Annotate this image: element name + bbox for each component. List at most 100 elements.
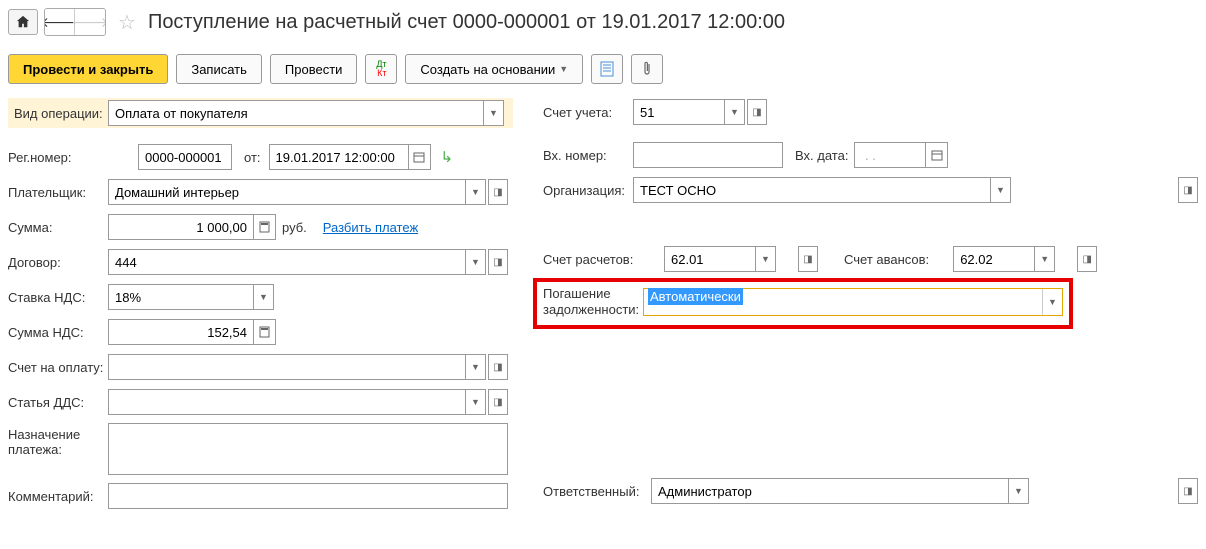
invoice-dropdown[interactable]: ▼ (466, 354, 486, 380)
advance-account-dropdown[interactable]: ▼ (1035, 246, 1055, 272)
post-button[interactable]: Провести (270, 54, 358, 84)
purpose-textarea[interactable] (108, 423, 508, 475)
responsible-input[interactable] (651, 478, 1009, 504)
sum-input[interactable] (108, 214, 254, 240)
in-date-input[interactable] (854, 142, 926, 168)
reg-number-input[interactable] (138, 144, 232, 170)
contract-row: Договор: ▼ ◨ (8, 248, 513, 276)
responsible-label: Ответственный: (543, 484, 651, 499)
in-date-calendar-button[interactable] (926, 142, 948, 168)
dds-open[interactable]: ◨ (488, 389, 508, 415)
account-open[interactable]: ◨ (747, 99, 767, 125)
dds-label: Статья ДДС: (8, 395, 108, 410)
dtkt-button[interactable]: ДтКт (365, 54, 397, 84)
accounts-row: Счет расчетов: ▼ ◨ Счет авансов: ▼ ◨ (543, 245, 1198, 273)
account-label: Счет учета: (543, 105, 633, 120)
payer-dropdown[interactable]: ▼ (466, 179, 486, 205)
vat-rate-label: Ставка НДС: (8, 290, 108, 305)
in-number-input[interactable] (633, 142, 783, 168)
nav-group: 🡐 🡒 (44, 8, 106, 36)
report-button[interactable] (591, 54, 623, 84)
advance-account-input[interactable] (953, 246, 1035, 272)
vat-rate-dropdown[interactable]: ▼ (254, 284, 274, 310)
invoice-open[interactable]: ◨ (488, 354, 508, 380)
in-number-row: Вх. номер: Вх. дата: (543, 141, 1198, 169)
advance-account-label: Счет авансов: (844, 252, 929, 267)
operation-type-label: Вид операции: (8, 106, 108, 121)
split-payment-link[interactable]: Разбить платеж (323, 220, 418, 235)
contract-dropdown[interactable]: ▼ (466, 249, 486, 275)
dds-input[interactable] (108, 389, 466, 415)
save-button[interactable]: Записать (176, 54, 262, 84)
calc-account-dropdown[interactable]: ▼ (756, 246, 776, 272)
favorite-icon[interactable]: ☆ (118, 10, 136, 35)
organization-input[interactable] (633, 177, 991, 203)
debt-repay-label: Погашение задолженности: (543, 286, 643, 317)
vat-sum-calc-button[interactable] (254, 319, 276, 345)
create-based-button[interactable]: Создать на основании ▼ (405, 54, 583, 84)
debt-repay-field[interactable]: Автоматически ▼ (643, 288, 1063, 316)
debt-repay-dropdown[interactable]: ▼ (1042, 289, 1062, 315)
dds-row: Статья ДДС: ▼ ◨ (8, 388, 513, 416)
vat-rate-row: Ставка НДС: ▼ (8, 283, 513, 311)
invoice-input[interactable] (108, 354, 466, 380)
advance-account-open[interactable]: ◨ (1077, 246, 1097, 272)
toolbar: Провести и закрыть Записать Провести ДтК… (8, 54, 1198, 84)
contract-label: Договор: (8, 255, 108, 270)
calc-account-label: Счет расчетов: (543, 252, 640, 267)
attachment-button[interactable] (631, 54, 663, 84)
vat-sum-input[interactable] (108, 319, 254, 345)
currency-label: руб. (282, 220, 307, 235)
operation-type-dropdown[interactable]: ▼ (484, 100, 504, 126)
vat-sum-row: Сумма НДС: (8, 318, 513, 346)
sum-label: Сумма: (8, 220, 108, 235)
contract-open[interactable]: ◨ (488, 249, 508, 275)
create-based-label: Создать на основании (420, 62, 555, 77)
payer-input[interactable] (108, 179, 466, 205)
responsible-dropdown[interactable]: ▼ (1009, 478, 1029, 504)
organization-open[interactable]: ◨ (1178, 177, 1198, 203)
post-and-close-button[interactable]: Провести и закрыть (8, 54, 168, 84)
sum-calc-button[interactable] (254, 214, 276, 240)
contract-input[interactable] (108, 249, 466, 275)
operation-type-input[interactable] (108, 100, 484, 126)
invoice-label: Счет на оплату: (8, 360, 108, 375)
calc-account-open[interactable]: ◨ (798, 246, 818, 272)
dtkt-icon: ДтКт (376, 60, 386, 78)
account-input[interactable] (633, 99, 725, 125)
responsible-row: Ответственный: ▼ ◨ (543, 477, 1198, 505)
sum-row: Сумма: руб. Разбить платеж (8, 213, 513, 241)
form-area: Вид операции: ▼ Рег.номер: от: ↳ Платель… (8, 98, 1198, 517)
comment-input[interactable] (108, 483, 508, 509)
form-col-right: Счет учета: ▼ ◨ Вх. номер: Вх. дата: Орг… (543, 98, 1198, 517)
payer-open[interactable]: ◨ (488, 179, 508, 205)
comment-label: Комментарий: (8, 489, 108, 504)
organization-label: Организация: (543, 183, 633, 198)
in-date-label: Вх. дата: (795, 148, 848, 163)
organization-row: Организация: ▼ ◨ (543, 176, 1198, 204)
form-col-left: Вид операции: ▼ Рег.номер: от: ↳ Платель… (8, 98, 513, 517)
account-row: Счет учета: ▼ ◨ (543, 98, 1198, 126)
vat-sum-label: Сумма НДС: (8, 325, 108, 340)
forward-button[interactable]: 🡒 (75, 9, 105, 35)
check-icon[interactable]: ↳ (441, 148, 454, 166)
purpose-row: Назначение платежа: (8, 423, 513, 475)
reg-number-row: Рег.номер: от: ↳ (8, 143, 513, 171)
invoice-row: Счет на оплату: ▼ ◨ (8, 353, 513, 381)
from-label: от: (244, 150, 261, 165)
dds-dropdown[interactable]: ▼ (466, 389, 486, 415)
vat-rate-input[interactable] (108, 284, 254, 310)
header-bar: 🡐 🡒 ☆ Поступление на расчетный счет 0000… (8, 8, 1198, 36)
home-button[interactable] (8, 9, 38, 35)
date-calendar-button[interactable] (409, 144, 431, 170)
in-number-label: Вх. номер: (543, 148, 633, 163)
debt-repay-value: Автоматически (648, 288, 743, 305)
responsible-open[interactable]: ◨ (1178, 478, 1198, 504)
organization-dropdown[interactable]: ▼ (991, 177, 1011, 203)
account-dropdown[interactable]: ▼ (725, 99, 745, 125)
reg-number-label: Рег.номер: (8, 150, 138, 165)
date-input[interactable] (269, 144, 409, 170)
calc-account-input[interactable] (664, 246, 756, 272)
purpose-label: Назначение платежа: (8, 423, 108, 457)
chevron-down-icon: ▼ (559, 64, 568, 74)
